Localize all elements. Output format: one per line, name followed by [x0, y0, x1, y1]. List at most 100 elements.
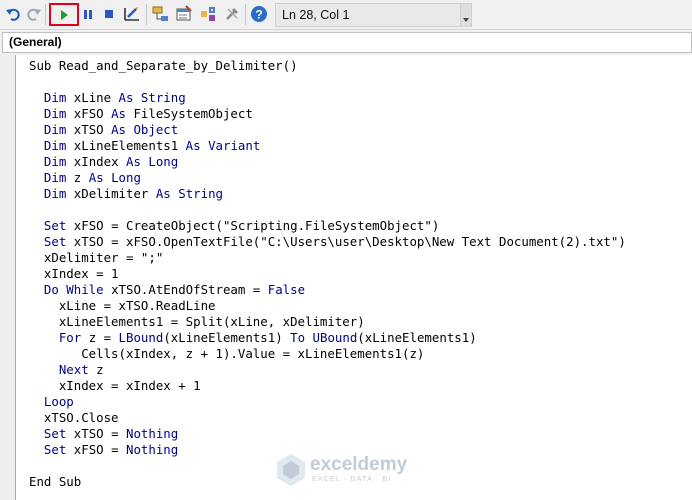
- code-line[interactable]: Dim xFSO As FileSystemObject: [29, 106, 692, 122]
- object-browser-icon[interactable]: [199, 5, 217, 23]
- code-text: xTSO =: [66, 426, 126, 441]
- svg-text:?: ?: [255, 8, 262, 22]
- help-icon[interactable]: ?: [250, 5, 268, 23]
- code-text: xLineElements1 = Split(xLine, xDelimiter…: [29, 314, 365, 329]
- code-line[interactable]: Do While xTSO.AtEndOfStream = False: [29, 282, 692, 298]
- object-dropdown[interactable]: (General): [2, 32, 692, 53]
- code-line[interactable]: For z = LBound(xLineElements1) To UBound…: [29, 330, 692, 346]
- code-keyword: Object: [133, 122, 179, 137]
- code-keyword: LBound: [118, 330, 164, 345]
- code-keyword: As: [111, 106, 126, 121]
- code-line[interactable]: [29, 202, 692, 218]
- cursor-position-status: Ln 28, Col 1: [275, 3, 472, 27]
- reset-icon[interactable]: [100, 5, 118, 23]
- code-keyword: Dim: [43, 170, 67, 185]
- code-text: xIndex: [66, 154, 126, 169]
- exceldemy-logo-icon: [277, 454, 305, 486]
- code-keyword: To: [290, 330, 306, 345]
- run-button[interactable]: [49, 3, 79, 26]
- standard-toolbar: ? Ln 28, Col 1: [0, 0, 692, 30]
- code-line[interactable]: Set xTSO = xFSO.OpenTextFile("C:\Users\u…: [29, 234, 692, 250]
- object-dropdown-value: (General): [9, 35, 62, 49]
- code-line[interactable]: Next z: [29, 362, 692, 378]
- code-line[interactable]: Set xFSO = CreateObject("Scripting.FileS…: [29, 218, 692, 234]
- watermark-tagline: EXCEL · DATA · BI: [312, 476, 392, 483]
- code-keyword: False: [267, 282, 306, 297]
- code-line[interactable]: xTSO.Close: [29, 410, 692, 426]
- object-bar: (General): [0, 30, 692, 55]
- toolbar-separator: [245, 4, 246, 25]
- code-text: Cells(xIndex, z + 1).Value = xLineElemen…: [29, 346, 425, 361]
- code-line[interactable]: Loop: [29, 394, 692, 410]
- code-line[interactable]: Dim xIndex As Long: [29, 154, 692, 170]
- code-text: xFSO: [66, 106, 112, 121]
- code-text: z =: [81, 330, 119, 345]
- code-line[interactable]: [29, 74, 692, 90]
- code-keyword: Dim: [43, 122, 67, 137]
- code-line[interactable]: xIndex = 1: [29, 266, 692, 282]
- code-keyword: As: [126, 154, 141, 169]
- status-text: Ln 28, Col 1: [282, 8, 350, 22]
- code-keyword: Next: [58, 362, 89, 377]
- margin-indicator-bar[interactable]: [0, 55, 16, 500]
- code-text: xTSO.AtEndOfStream =: [103, 282, 268, 297]
- code-keyword: Set: [43, 442, 67, 457]
- properties-window-icon[interactable]: [175, 5, 193, 23]
- code-line[interactable]: Cells(xIndex, z + 1).Value = xLineElemen…: [29, 346, 692, 362]
- code-keyword: UBound: [312, 330, 358, 345]
- code-text: xDelimiter = ";": [29, 250, 164, 265]
- run-icon: [61, 9, 68, 20]
- code-line[interactable]: xDelimiter = ";": [29, 250, 692, 266]
- exceldemy-logo: exceldemy EXCEL · DATA · BI: [275, 451, 425, 489]
- code-editor[interactable]: Sub Read_and_Separate_by_Delimiter() Dim…: [29, 58, 692, 498]
- code-line[interactable]: Dim xDelimiter As String: [29, 186, 692, 202]
- toolbox-icon[interactable]: [223, 5, 241, 23]
- undo-icon[interactable]: [4, 5, 22, 23]
- project-explorer-icon[interactable]: [151, 5, 169, 23]
- code-line[interactable]: xLine = xTSO.ReadLine: [29, 298, 692, 314]
- break-icon[interactable]: [79, 5, 97, 23]
- code-line[interactable]: Dim xLine As String: [29, 90, 692, 106]
- code-keyword: As: [185, 138, 201, 153]
- code-text: xFSO = CreateObject("Scripting.FileSyste…: [66, 218, 440, 233]
- code-line[interactable]: Set xTSO = Nothing: [29, 426, 692, 442]
- code-line[interactable]: Dim xLineElements1 As Variant: [29, 138, 692, 154]
- code-line[interactable]: Sub Read_and_Separate_by_Delimiter(): [29, 58, 692, 74]
- code-keyword: Long: [111, 170, 141, 185]
- toolbar-options-icon[interactable]: [460, 4, 471, 26]
- code-text: xFSO =: [66, 442, 126, 457]
- toolbar-separator: [45, 4, 46, 25]
- code-text: xLine: [66, 90, 119, 105]
- code-line[interactable]: xIndex = xIndex + 1: [29, 378, 692, 394]
- code-keyword: Long: [148, 154, 179, 169]
- code-keyword: Set: [43, 426, 67, 441]
- code-keyword: Nothing: [126, 426, 179, 441]
- code-line[interactable]: xLineElements1 = Split(xLine, xDelimiter…: [29, 314, 692, 330]
- code-keyword: Variant: [208, 138, 261, 153]
- code-text: (xLineElements1): [357, 330, 477, 345]
- code-keyword: Set: [43, 218, 67, 233]
- code-text: xIndex = 1: [29, 266, 119, 281]
- code-keyword: Do While: [43, 282, 104, 297]
- code-line[interactable]: Dim z As Long: [29, 170, 692, 186]
- code-keyword: As: [111, 122, 126, 137]
- redo-icon[interactable]: [25, 5, 43, 23]
- code-text: xIndex = xIndex + 1: [29, 378, 201, 393]
- toolbar-separator: [146, 4, 147, 25]
- design-mode-icon[interactable]: [123, 5, 141, 23]
- code-line[interactable]: Dim xTSO As Object: [29, 122, 692, 138]
